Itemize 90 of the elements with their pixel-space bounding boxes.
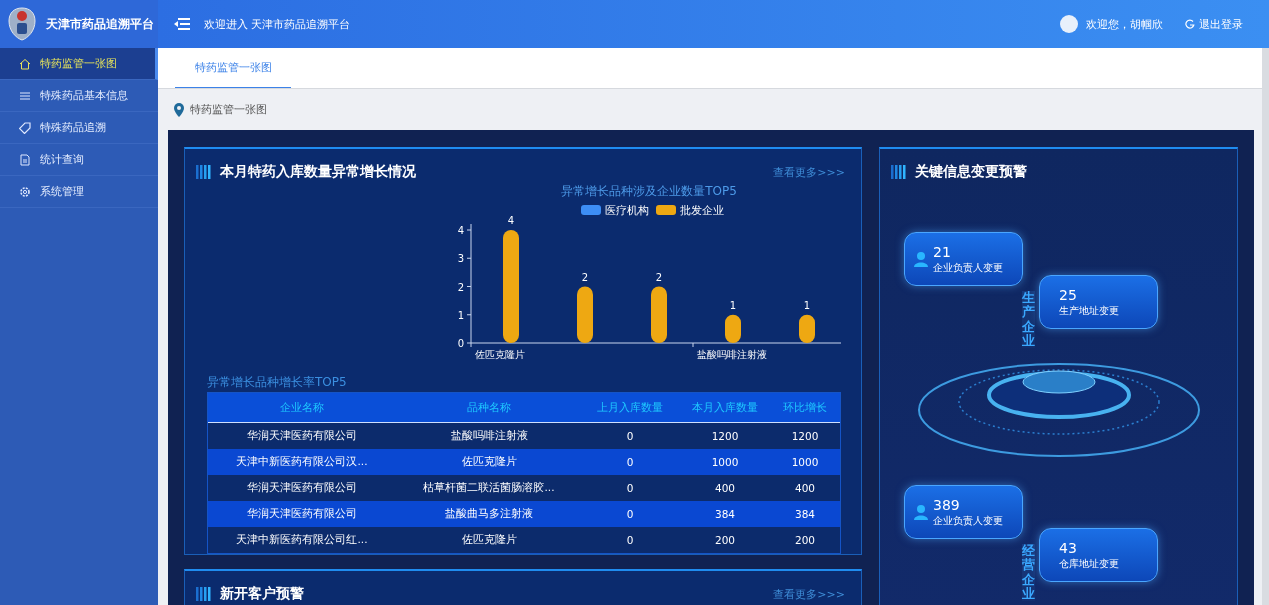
- sidebar-item[interactable]: 特药监管一张图: [0, 48, 158, 80]
- card-title: 本月特药入库数量异常增长情况: [220, 163, 416, 181]
- table-cell-text: 200: [713, 533, 736, 548]
- table-cell-text: 华润天津医药有限公司: [246, 480, 358, 495]
- table-cell-text: 0: [625, 507, 635, 522]
- axis-tick-label: 4: [457, 225, 464, 236]
- data-label: 4: [507, 215, 515, 226]
- title-bars-icon: [891, 165, 907, 179]
- legend-label: 医疗机构: [605, 204, 649, 216]
- table-cell-text: 384: [713, 507, 736, 522]
- table-cell-text: 佐匹克隆片: [460, 532, 518, 547]
- platform-title: 天津市药品追溯平台: [46, 15, 154, 33]
- stat-label: 仓库地址变更: [1059, 557, 1119, 571]
- axis-tick-label: 1: [457, 309, 464, 321]
- person-icon: [914, 504, 928, 520]
- table-cell-text: 华润天津医药有限公司: [246, 506, 358, 521]
- breadcrumb: 特药监管一张图: [190, 102, 267, 117]
- data-label: 1: [803, 299, 811, 311]
- legend-label: 批发企业: [680, 204, 724, 216]
- stat-value: 43: [1059, 539, 1078, 557]
- table-cell-text: 0: [625, 533, 635, 548]
- bar: [799, 314, 815, 343]
- view-more-link[interactable]: 查看更多>>>: [773, 586, 845, 602]
- avatar-icon: [1060, 15, 1078, 33]
- axis-tick-label: 3: [457, 253, 464, 265]
- document-icon: [19, 153, 31, 166]
- table-cell-text: 1200: [790, 429, 820, 444]
- column-header: 环比增长: [782, 399, 828, 415]
- axis-tick-label: 0: [457, 338, 464, 349]
- data-label: 2: [581, 271, 589, 283]
- table-cell-text: 天津中新医药有限公司汉...: [235, 454, 369, 469]
- pillar-label: 生产企业: [1022, 291, 1035, 349]
- table-cell-text: 200: [793, 533, 816, 548]
- chart-title: 异常增长品种涉及企业数量TOP5: [561, 184, 737, 198]
- logout-button[interactable]: 退出登录: [1183, 14, 1245, 34]
- table-cell-text: 华润天津医药有限公司: [246, 428, 358, 443]
- view-more-link[interactable]: 查看更多>>>: [773, 164, 845, 180]
- table-cell-text: 盐酸曲马多注射液: [444, 506, 534, 521]
- stat-label: 企业负责人变更: [933, 261, 1003, 275]
- table-cell-text: 384: [793, 507, 816, 522]
- axis-tick-label: 2: [457, 281, 464, 293]
- welcome-text: 欢迎进入 天津市药品追溯平台: [204, 16, 351, 32]
- table-cell-text: 400: [793, 481, 816, 496]
- card-title: 新开客户预警: [220, 585, 304, 603]
- list-icon: [19, 89, 31, 102]
- data-label: 2: [655, 271, 663, 283]
- table-cell-text: 0: [625, 455, 635, 470]
- tab[interactable]: 特药监管一张图: [175, 48, 291, 88]
- pillar-label: 经营企业: [1022, 544, 1035, 602]
- column-header: 企业名称: [279, 399, 325, 415]
- bar: [651, 286, 667, 343]
- stat-value: 389: [933, 496, 961, 514]
- title-bars-icon: [196, 587, 212, 601]
- bar: [577, 286, 593, 343]
- tag-icon: [19, 121, 31, 134]
- table-cell-text: 盐酸吗啡注射液: [449, 428, 529, 443]
- legend-item[interactable]: 医疗机构: [581, 204, 649, 216]
- legend-item[interactable]: 批发企业: [656, 204, 724, 216]
- bar: [725, 314, 741, 343]
- power-icon: [1185, 19, 1195, 29]
- table-cell-text: 1000: [710, 455, 740, 470]
- menu-icon[interactable]: [174, 17, 190, 31]
- scrollbar[interactable]: [1262, 48, 1269, 605]
- title-bars-icon: [196, 165, 212, 179]
- stat-value: 21: [933, 243, 952, 261]
- stat-value: 25: [1059, 286, 1078, 304]
- table-cell-text: 400: [713, 481, 736, 496]
- settings-icon: [19, 185, 31, 198]
- person-icon: [914, 251, 928, 267]
- table-title: 异常增长品种增长率TOP5: [206, 374, 348, 389]
- column-header: 上月入库数量: [596, 399, 664, 415]
- category-label: 盐酸吗啡注射液: [697, 349, 767, 360]
- emblem-icon: [8, 7, 36, 41]
- stat-label: 企业负责人变更: [933, 514, 1003, 528]
- data-label: 1: [729, 299, 737, 311]
- table-cell-text: 佐匹克隆片: [460, 454, 518, 469]
- location-pin-icon: [174, 102, 184, 117]
- home-icon: [19, 57, 31, 70]
- table-cell-text: 天津中新医药有限公司红...: [235, 532, 369, 547]
- table-cell-text: 0: [625, 429, 635, 444]
- column-header: 品种名称: [466, 399, 512, 415]
- table-cell-text: 1000: [790, 455, 820, 470]
- table-cell-text: 0: [625, 481, 635, 496]
- user-greeting: 欢迎您，胡帼欣: [1086, 16, 1163, 32]
- card-title: 关键信息变更预警: [915, 163, 1027, 181]
- stat-label: 生产地址变更: [1059, 304, 1119, 318]
- column-header: 本月入库数量: [691, 399, 759, 415]
- table-cell-text: 枯草杆菌二联活菌肠溶胶...: [422, 480, 556, 495]
- category-label: 佐匹克隆片: [475, 349, 525, 360]
- table-cell-text: 1200: [710, 429, 740, 444]
